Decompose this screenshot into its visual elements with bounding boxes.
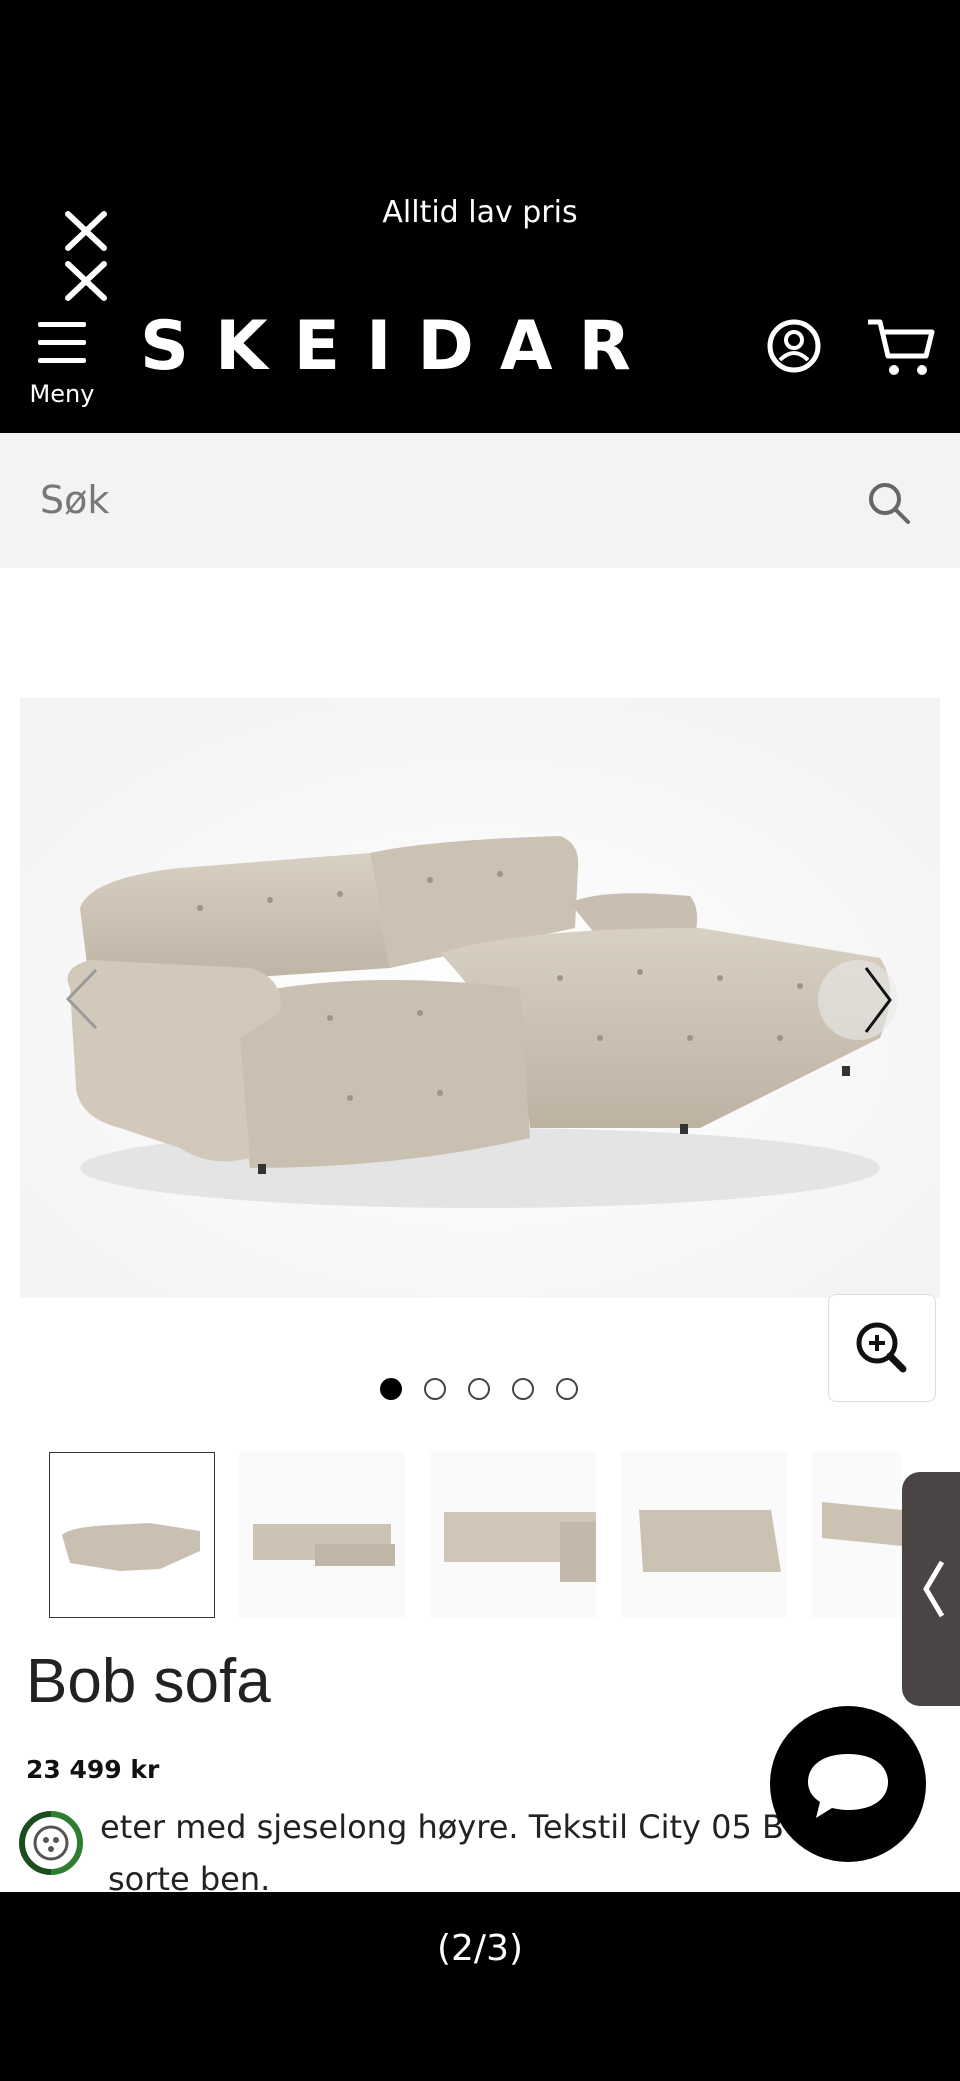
search-icon[interactable]: [866, 480, 912, 526]
chat-button[interactable]: [770, 1706, 926, 1862]
pagination-dot[interactable]: [424, 1378, 446, 1400]
product-title: Bob sofa: [26, 1647, 271, 1716]
zoom-button[interactable]: [828, 1294, 936, 1402]
menu-label: Meny: [29, 380, 95, 408]
bottom-bar: (2/3): [0, 1892, 960, 2081]
search-input[interactable]: [40, 463, 840, 537]
pagination-dot[interactable]: [512, 1378, 534, 1400]
search-bar: [0, 433, 960, 568]
pagination-dot[interactable]: [380, 1378, 402, 1400]
close-icon[interactable]: [64, 208, 108, 306]
pagination-dot[interactable]: [556, 1378, 578, 1400]
account-icon[interactable]: [766, 318, 822, 374]
logo[interactable]: SKEIDAR: [140, 312, 660, 382]
promo-banner[interactable]: Alltid lav pris: [0, 195, 960, 230]
hamburger-icon: [38, 322, 86, 363]
product-main-image[interactable]: [0, 568, 960, 1448]
chat-bubble-icon: [808, 1754, 888, 1818]
cart-icon[interactable]: [866, 316, 936, 378]
chevron-left-icon: [923, 1560, 945, 1618]
next-image-arrow[interactable]: [818, 960, 898, 1040]
product-price: 23 499 kr: [26, 1755, 160, 1784]
menu-button[interactable]: Meny: [28, 318, 96, 410]
thumbnail-image[interactable]: [239, 1452, 405, 1618]
product-description-cont: sorte ben.: [108, 1860, 271, 1892]
side-panel-tab[interactable]: [902, 1472, 960, 1706]
thumbnail-image[interactable]: [621, 1452, 787, 1618]
pagination-dot[interactable]: [468, 1378, 490, 1400]
thumbnail-image[interactable]: [430, 1452, 596, 1618]
product-description: eter med sjeselong høyre. Tekstil City 0…: [100, 1808, 784, 1846]
prev-image-arrow[interactable]: [62, 966, 102, 1032]
eco-badge-icon[interactable]: [16, 1808, 86, 1878]
zoom-in-icon: [856, 1322, 907, 1373]
thumbnail-image[interactable]: [812, 1452, 902, 1618]
image-pagination-dots: [372, 1378, 592, 1404]
thumbnail-image[interactable]: [49, 1452, 215, 1618]
screenshot-counter: (2/3): [436, 1928, 524, 1969]
